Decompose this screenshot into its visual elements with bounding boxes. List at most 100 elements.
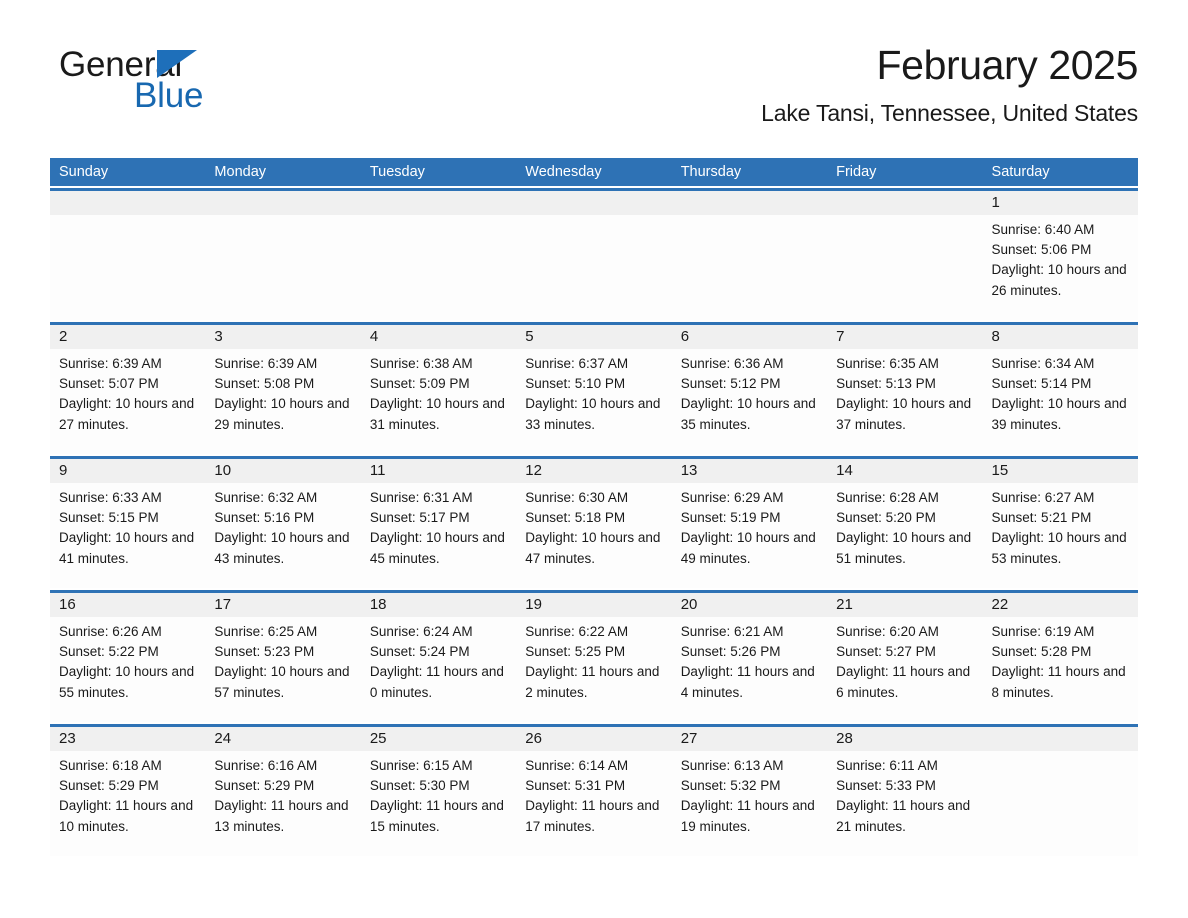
sunset-text: Sunset: 5:21 PM (991, 510, 1092, 526)
sunrise-text: Sunrise: 6:36 AM (680, 356, 784, 371)
day-info (205, 215, 360, 220)
day-cell (516, 191, 672, 320)
day-number: 4 (360, 325, 517, 349)
weekday-header-friday: Friday (836, 164, 877, 180)
day-cell[interactable]: 7 Sunrise: 6:35 AM Sunset: 5:13 PM Dayli… (827, 325, 983, 454)
day-info: Sunrise: 6:24 AM Sunset: 5:24 PM Dayligh… (361, 617, 516, 703)
daylight-text: Daylight: 10 hours and 45 minutes. (369, 530, 505, 566)
sunset-text: Sunset: 5:14 PM (991, 376, 1092, 392)
day-number: 12 (516, 459, 672, 483)
sunset-text: Sunset: 5:15 PM (59, 510, 159, 526)
day-number: 26 (516, 727, 672, 751)
day-cell[interactable]: 23 Sunrise: 6:18 AM Sunset: 5:29 PM Dayl… (50, 727, 206, 856)
day-cell[interactable]: 16 Sunrise: 6:26 AM Sunset: 5:22 PM Dayl… (50, 593, 206, 722)
day-cell[interactable]: 12 Sunrise: 6:30 AM Sunset: 5:18 PM Dayl… (516, 459, 672, 588)
day-info: Sunrise: 6:37 AM Sunset: 5:10 PM Dayligh… (516, 349, 671, 435)
daylight-text: Daylight: 10 hours and 55 minutes. (59, 664, 195, 700)
day-info: Sunrise: 6:28 AM Sunset: 5:20 PM Dayligh… (827, 483, 982, 569)
day-cell[interactable]: 9 Sunrise: 6:33 AM Sunset: 5:15 PM Dayli… (50, 459, 206, 588)
daylight-text: Daylight: 11 hours and 0 minutes. (369, 664, 504, 700)
sunset-text: Sunset: 5:25 PM (525, 644, 626, 660)
day-info: Sunrise: 6:21 AM Sunset: 5:26 PM Dayligh… (672, 617, 827, 703)
day-info: Sunrise: 6:38 AM Sunset: 5:09 PM Dayligh… (361, 349, 516, 435)
day-info: Sunrise: 6:39 AM Sunset: 5:07 PM Dayligh… (50, 349, 205, 435)
day-cell[interactable]: 10 Sunrise: 6:32 AM Sunset: 5:16 PM Dayl… (205, 459, 361, 588)
day-cell[interactable]: 13 Sunrise: 6:29 AM Sunset: 5:19 PM Dayl… (671, 459, 828, 588)
day-number: 3 (205, 325, 361, 349)
day-info (672, 215, 827, 220)
sunset-text: Sunset: 5:07 PM (59, 376, 159, 392)
day-number: 17 (205, 593, 361, 617)
day-cell (360, 191, 517, 320)
sunrise-text: Sunrise: 6:28 AM (836, 490, 939, 505)
day-cell[interactable]: 2 Sunrise: 6:39 AM Sunset: 5:07 PM Dayli… (50, 325, 206, 454)
day-info: Sunrise: 6:18 AM Sunset: 5:29 PM Dayligh… (50, 751, 205, 837)
day-info (516, 215, 671, 220)
daylight-text: Daylight: 11 hours and 17 minutes. (525, 798, 660, 834)
sunrise-text: Sunrise: 6:24 AM (369, 624, 473, 639)
day-cell[interactable]: 15 Sunrise: 6:27 AM Sunset: 5:21 PM Dayl… (982, 459, 1138, 588)
day-cell[interactable]: 21 Sunrise: 6:20 AM Sunset: 5:27 PM Dayl… (827, 593, 983, 722)
day-cell[interactable]: 24 Sunrise: 6:16 AM Sunset: 5:29 PM Dayl… (205, 727, 361, 856)
sunrise-text: Sunrise: 6:31 AM (369, 490, 473, 505)
day-cell[interactable]: 25 Sunrise: 6:15 AM Sunset: 5:30 PM Dayl… (360, 727, 517, 856)
logo-text-blue: Blue (134, 76, 204, 115)
daylight-text: Daylight: 11 hours and 21 minutes. (836, 798, 971, 834)
day-info: Sunrise: 6:16 AM Sunset: 5:29 PM Dayligh… (205, 751, 360, 837)
day-cell[interactable]: 14 Sunrise: 6:28 AM Sunset: 5:20 PM Dayl… (827, 459, 983, 588)
daylight-text: Daylight: 10 hours and 53 minutes. (991, 530, 1127, 566)
sunset-text: Sunset: 5:23 PM (214, 644, 315, 660)
day-cell[interactable]: 8 Sunrise: 6:34 AM Sunset: 5:14 PM Dayli… (982, 325, 1138, 454)
day-cell[interactable]: 5 Sunrise: 6:37 AM Sunset: 5:10 PM Dayli… (516, 325, 672, 454)
day-cell[interactable]: 17 Sunrise: 6:25 AM Sunset: 5:23 PM Dayl… (205, 593, 361, 722)
day-cell[interactable]: 11 Sunrise: 6:31 AM Sunset: 5:17 PM Dayl… (360, 459, 517, 588)
day-info (983, 751, 1138, 756)
sunset-text: Sunset: 5:12 PM (680, 376, 781, 392)
day-cell[interactable]: 18 Sunrise: 6:24 AM Sunset: 5:24 PM Dayl… (360, 593, 517, 722)
sunrise-text: Sunrise: 6:11 AM (836, 758, 938, 773)
week-row: 16 Sunrise: 6:26 AM Sunset: 5:22 PM Dayl… (50, 590, 1138, 722)
day-info: Sunrise: 6:29 AM Sunset: 5:19 PM Dayligh… (672, 483, 827, 569)
daylight-text: Daylight: 10 hours and 57 minutes. (214, 664, 350, 700)
day-cell[interactable]: 4 Sunrise: 6:38 AM Sunset: 5:09 PM Dayli… (360, 325, 517, 454)
day-cell[interactable]: 3 Sunrise: 6:39 AM Sunset: 5:08 PM Dayli… (205, 325, 361, 454)
day-cell[interactable]: 1 Sunrise: 6:40 AM Sunset: 5:06 PM Dayli… (982, 191, 1138, 320)
day-cell (50, 191, 206, 320)
day-number: 15 (982, 459, 1138, 483)
day-number: 24 (205, 727, 361, 751)
daylight-text: Daylight: 10 hours and 35 minutes. (680, 396, 816, 432)
sunset-text: Sunset: 5:22 PM (59, 644, 159, 660)
weekday-header-monday: Monday (214, 164, 267, 180)
day-number (827, 191, 983, 215)
sunset-text: Sunset: 5:08 PM (214, 376, 315, 392)
sunset-text: Sunset: 5:16 PM (214, 510, 315, 526)
day-number: 1 (982, 191, 1138, 215)
day-number: 7 (827, 325, 983, 349)
day-cell[interactable]: 28 Sunrise: 6:11 AM Sunset: 5:33 PM Dayl… (827, 727, 983, 856)
day-number: 27 (671, 727, 828, 751)
day-cell (205, 191, 361, 320)
day-info: Sunrise: 6:14 AM Sunset: 5:31 PM Dayligh… (516, 751, 671, 837)
week-row: 9 Sunrise: 6:33 AM Sunset: 5:15 PM Dayli… (50, 456, 1138, 588)
day-info: Sunrise: 6:40 AM Sunset: 5:06 PM Dayligh… (983, 215, 1138, 301)
sunrise-text: Sunrise: 6:15 AM (369, 758, 473, 773)
daylight-text: Daylight: 10 hours and 41 minutes. (59, 530, 195, 566)
weekday-header-thursday: Thursday (680, 164, 742, 180)
day-number: 14 (827, 459, 983, 483)
day-cell[interactable]: 20 Sunrise: 6:21 AM Sunset: 5:26 PM Dayl… (671, 593, 828, 722)
day-cell[interactable]: 22 Sunrise: 6:19 AM Sunset: 5:28 PM Dayl… (982, 593, 1138, 722)
day-cell[interactable]: 27 Sunrise: 6:13 AM Sunset: 5:32 PM Dayl… (671, 727, 828, 856)
day-info: Sunrise: 6:33 AM Sunset: 5:15 PM Dayligh… (50, 483, 205, 569)
generalblue-logo[interactable]: General Blue (59, 46, 319, 116)
day-info: Sunrise: 6:39 AM Sunset: 5:08 PM Dayligh… (205, 349, 360, 435)
day-number (982, 727, 1138, 751)
sunset-text: Sunset: 5:33 PM (836, 778, 936, 794)
day-number (360, 191, 517, 215)
title-block: February 2025 Lake Tansi, Tennessee, Uni… (761, 0, 1138, 128)
daylight-text: Daylight: 11 hours and 2 minutes. (525, 664, 660, 700)
day-cell[interactable]: 26 Sunrise: 6:14 AM Sunset: 5:31 PM Dayl… (516, 727, 672, 856)
day-cell[interactable]: 6 Sunrise: 6:36 AM Sunset: 5:12 PM Dayli… (671, 325, 828, 454)
day-cell[interactable]: 19 Sunrise: 6:22 AM Sunset: 5:25 PM Dayl… (516, 593, 672, 722)
daylight-text: Daylight: 10 hours and 43 minutes. (214, 530, 350, 566)
daylight-text: Daylight: 11 hours and 10 minutes. (59, 798, 194, 834)
